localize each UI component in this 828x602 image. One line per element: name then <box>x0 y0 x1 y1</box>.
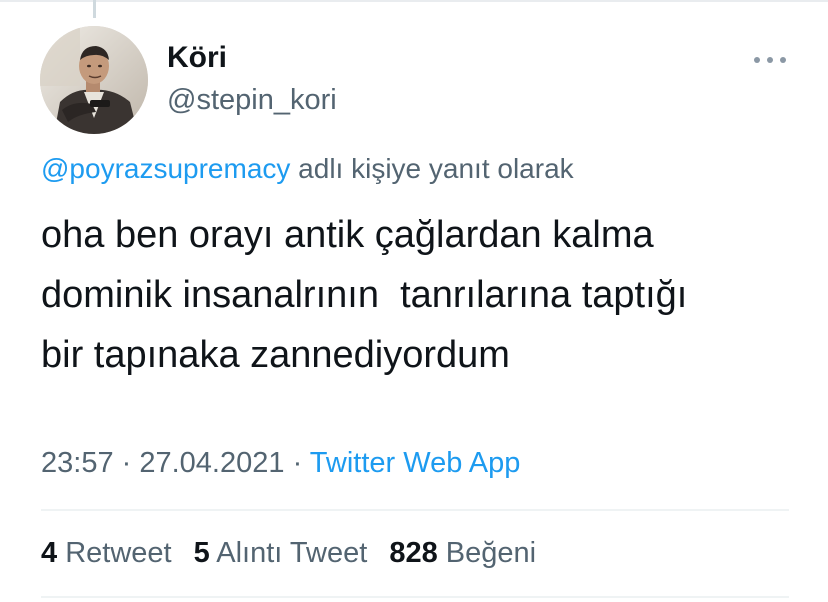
author-handle[interactable]: @stepin_kori <box>167 82 337 118</box>
more-horizontal-icon <box>754 57 760 63</box>
retweets-stat[interactable]: 4 Retweet <box>41 533 172 573</box>
profile-photo <box>40 26 148 134</box>
author-info[interactable]: Köri @stepin_kori <box>167 40 337 118</box>
thread-connector-line <box>93 0 96 18</box>
tweet-time[interactable]: 23:57 <box>41 447 114 479</box>
author-display-name[interactable]: Köri <box>167 40 337 76</box>
engagement-stats: 4 Retweet 5 Alıntı Tweet 828 Beğeni <box>41 533 550 573</box>
tweet-date[interactable]: 27.04.2021 <box>139 447 284 479</box>
more-horizontal-icon-dot <box>767 57 773 63</box>
tweet-source-link[interactable]: Twitter Web App <box>310 447 521 479</box>
likes-stat[interactable]: 828 Beğeni <box>389 533 536 573</box>
likes-count: 828 <box>389 537 438 569</box>
retweets-count: 4 <box>41 537 58 569</box>
meta-separator: · <box>113 447 140 479</box>
quotes-count: 5 <box>193 537 210 569</box>
more-options-button[interactable] <box>752 50 788 70</box>
divider <box>41 596 789 598</box>
reply-mention-link[interactable]: @poyrazsupremacy <box>41 153 290 184</box>
meta-separator: · <box>284 447 310 479</box>
avatar[interactable] <box>40 26 148 134</box>
reply-context-suffix: adlı kişiye yanıt olarak <box>290 153 574 184</box>
more-horizontal-icon-dot <box>780 57 786 63</box>
retweets-label: Retweet <box>65 537 172 569</box>
quotes-label: Alıntı Tweet <box>216 537 368 569</box>
tweet-text: oha ben orayı antik çağlardan kalma domi… <box>41 214 688 376</box>
tweet-metadata: 23:57 · 27.04.2021 · Twitter Web App <box>41 443 520 483</box>
tweet-detail-view: Köri @stepin_kori @poyrazsupremacy adlı … <box>0 0 828 602</box>
likes-label: Beğeni <box>445 537 537 569</box>
top-border <box>0 0 828 2</box>
reply-context: @poyrazsupremacy adlı kişiye yanıt olara… <box>41 150 574 188</box>
quotes-stat[interactable]: 5 Alıntı Tweet <box>194 533 368 573</box>
divider <box>41 509 789 511</box>
